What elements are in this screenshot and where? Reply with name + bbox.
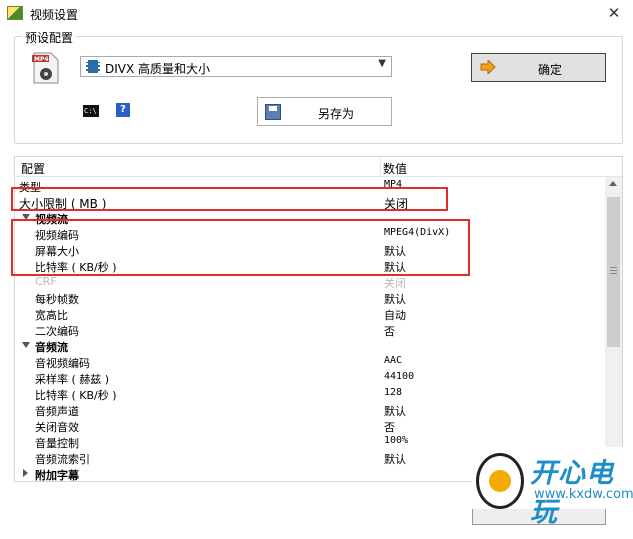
row-value[interactable]: 默认: [384, 403, 406, 419]
row-name: 音视频编码: [35, 357, 90, 370]
row-value[interactable]: 否: [384, 323, 395, 339]
category-name: 附加字幕: [35, 469, 79, 482]
row-value[interactable]: 自动: [384, 307, 406, 323]
table-row[interactable]: 宽高比 自动: [15, 306, 606, 322]
grip-icon: [610, 267, 617, 268]
watermark: 开心电玩 www.kxdw.com: [472, 447, 633, 539]
table-row[interactable]: 比特率 ( KB/秒 ) 128: [15, 386, 606, 402]
column-header-name[interactable]: 配置: [21, 160, 45, 177]
mp4-file-icon: MP4: [32, 52, 59, 84]
row-name: 音量控制: [35, 437, 79, 450]
save-as-button[interactable]: 另存为: [257, 97, 392, 126]
ok-button-label: 确定: [538, 63, 563, 77]
preset-group-label: 预设配置: [22, 29, 77, 46]
table-row[interactable]: 每秒帧数 默认: [15, 290, 606, 306]
window-title: 视频设置: [30, 8, 79, 22]
grip-icon: [610, 270, 617, 271]
table-row[interactable]: 采样率 ( 赫兹 ) 44100: [15, 370, 606, 386]
cmd-icon[interactable]: C:\: [83, 105, 99, 117]
table-row[interactable]: 音频声道 默认: [15, 402, 606, 418]
row-name: 采样率 ( 赫兹 ): [35, 373, 110, 386]
expand-triangle-icon[interactable]: [23, 469, 28, 477]
row-value[interactable]: 否: [384, 419, 395, 435]
highlight-box: [11, 219, 470, 276]
help-icon[interactable]: ?: [116, 103, 130, 117]
scroll-thumb[interactable]: [607, 197, 620, 347]
grid-header: 配置 数值: [15, 157, 622, 177]
row-name: 宽高比: [35, 309, 68, 322]
save-as-button-label: 另存为: [318, 107, 355, 121]
row-value[interactable]: 44100: [384, 371, 414, 382]
column-divider[interactable]: [380, 157, 381, 177]
preset-select-value: DIVX 高质量和大小: [105, 62, 211, 76]
row-name: 比特率 ( KB/秒 ): [35, 389, 117, 402]
category-row[interactable]: 音频流: [15, 338, 606, 354]
row-name: 每秒帧数: [35, 293, 79, 306]
row-value[interactable]: 128: [384, 387, 402, 398]
row-value[interactable]: 默认: [384, 451, 406, 467]
table-row[interactable]: 二次编码 否: [15, 322, 606, 338]
row-name: 音频流索引: [35, 453, 90, 466]
category-name: 音频流: [35, 341, 68, 354]
row-value[interactable]: AAC: [384, 355, 402, 366]
svg-text:MP4: MP4: [34, 56, 49, 63]
table-row[interactable]: 关闭音效 否: [15, 418, 606, 434]
row-value: 关闭: [384, 277, 406, 290]
title-bar: 视频设置 ✕: [0, 0, 633, 28]
collapse-triangle-icon[interactable]: [22, 342, 30, 348]
row-value[interactable]: 默认: [384, 291, 406, 307]
app-icon: [7, 6, 23, 20]
preset-select[interactable]: DIVX 高质量和大小 ▼: [80, 56, 392, 77]
arrow-right-icon: [480, 60, 496, 74]
grip-icon: [610, 273, 617, 274]
row-name: 二次编码: [35, 325, 79, 338]
table-row: CRF 关闭: [15, 274, 606, 290]
highlight-box: [11, 187, 448, 211]
row-name: 关闭音效: [35, 421, 79, 434]
scroll-up-icon[interactable]: [609, 181, 617, 186]
row-value[interactable]: 100%: [384, 435, 408, 446]
column-header-value[interactable]: 数值: [383, 160, 407, 177]
floppy-icon: [265, 104, 281, 120]
ok-button[interactable]: 确定: [471, 53, 606, 82]
row-name: 音频声道: [35, 405, 79, 418]
close-icon[interactable]: ✕: [603, 2, 625, 24]
table-row[interactable]: 音视频编码 AAC: [15, 354, 606, 370]
watermark-url: www.kxdw.com: [534, 487, 633, 502]
mascot-logo-icon: [476, 453, 524, 509]
film-icon: [86, 60, 100, 73]
vertical-scrollbar[interactable]: [605, 177, 622, 481]
row-name: CRF: [35, 275, 57, 288]
chevron-down-icon[interactable]: ▼: [378, 58, 386, 69]
